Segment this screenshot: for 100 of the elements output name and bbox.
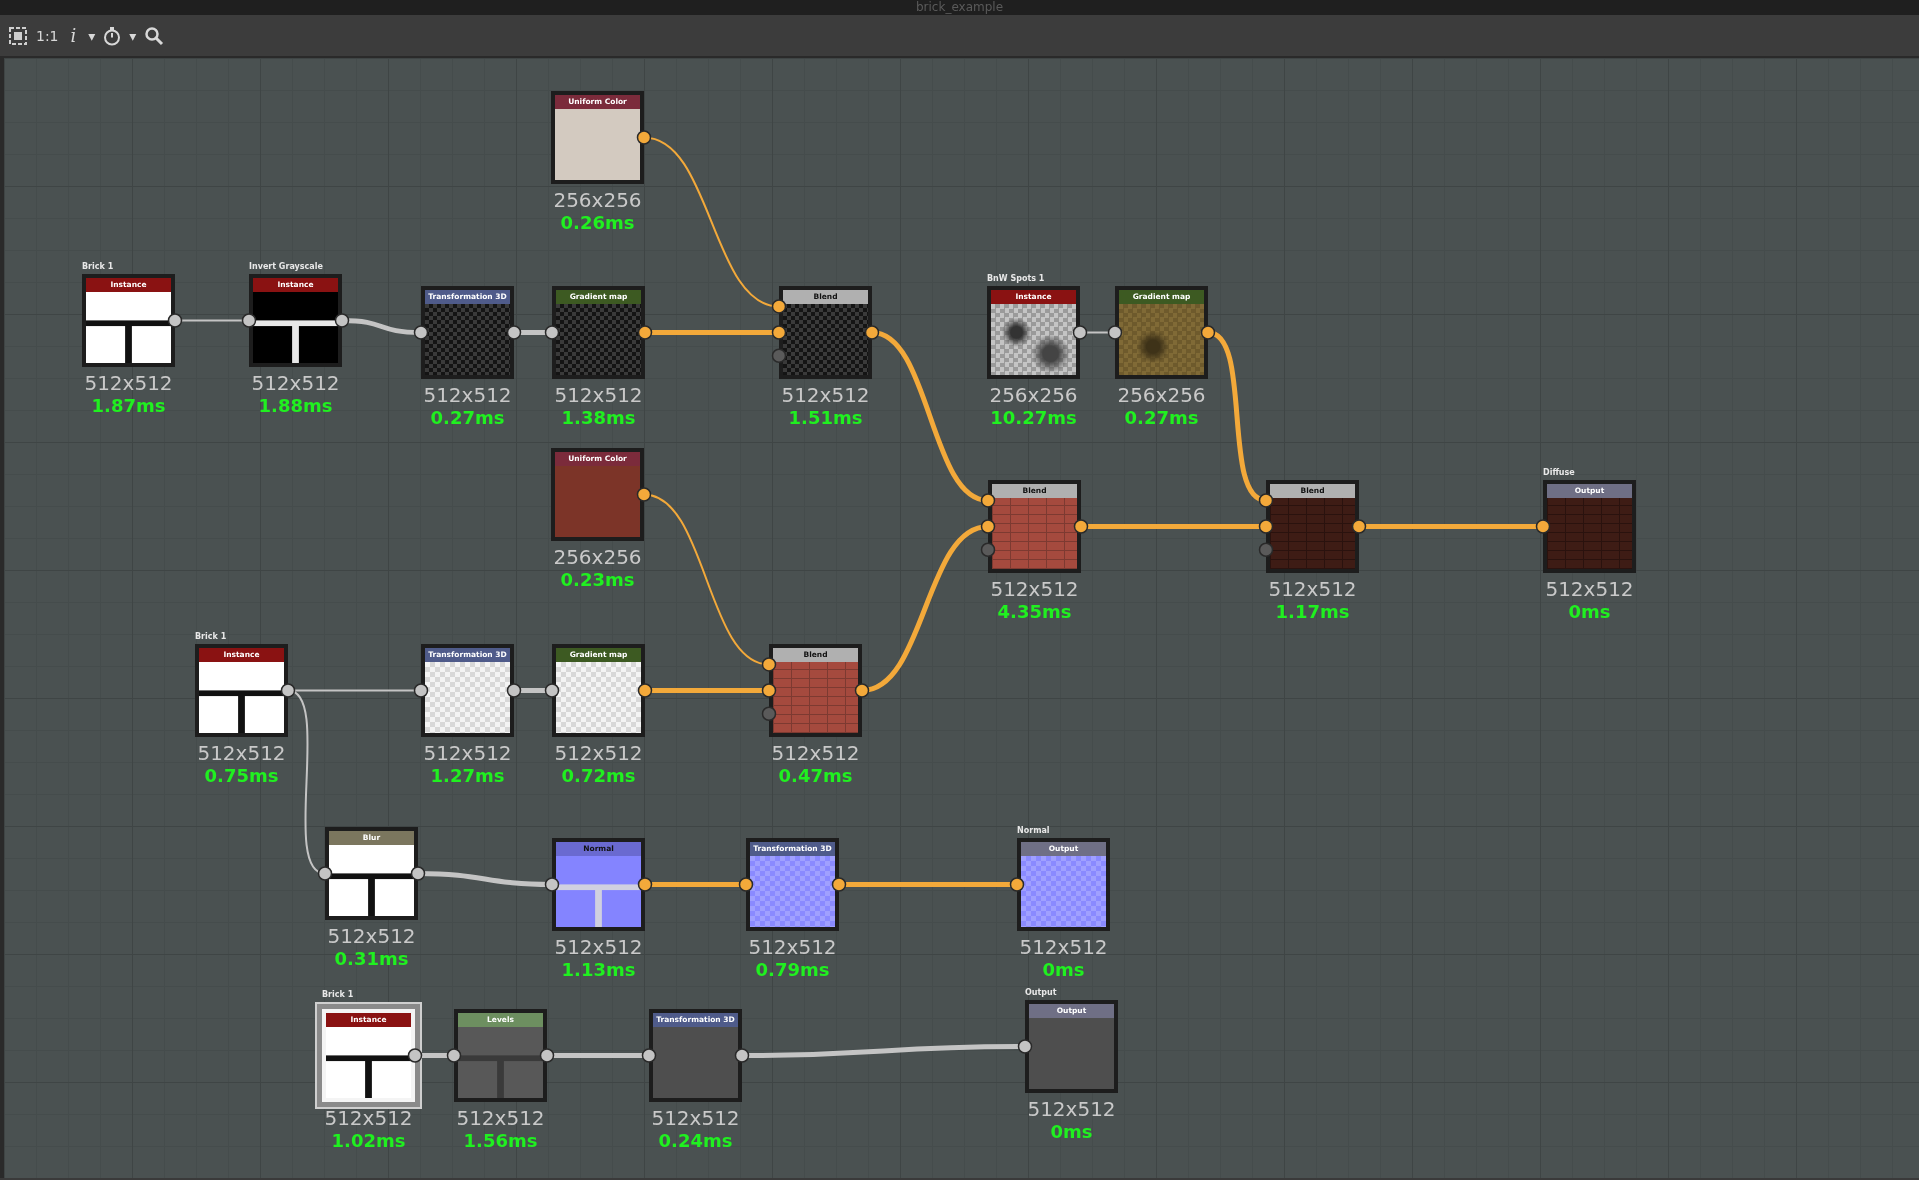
output-port[interactable] <box>407 1048 423 1063</box>
input-port[interactable] <box>771 325 787 340</box>
node-label: Normal <box>1017 825 1051 837</box>
input-port[interactable] <box>1017 1039 1033 1054</box>
resolution-label: 512x512 <box>1545 577 1634 601</box>
resolution-label: 512x512 <box>423 383 512 407</box>
resolution-label: 512x512 <box>781 383 870 407</box>
input-port[interactable] <box>1258 519 1274 534</box>
input-port[interactable] <box>544 683 560 698</box>
input-port[interactable] <box>544 877 560 892</box>
timing-label: 1.13ms <box>561 959 636 981</box>
dropdown-caret[interactable]: ▾ <box>84 25 100 46</box>
output-port[interactable] <box>334 313 350 328</box>
output-port[interactable] <box>410 866 426 881</box>
dropdown-caret[interactable]: ▾ <box>125 25 141 46</box>
input-port[interactable] <box>771 348 787 363</box>
input-port[interactable] <box>1009 877 1025 892</box>
resolution-label: 512x512 <box>1027 1097 1116 1121</box>
timing-label: 0.75ms <box>204 765 279 787</box>
resolution-label: 512x512 <box>554 383 643 407</box>
zoom-reset-button[interactable]: 1:1 <box>32 25 63 46</box>
input-port[interactable] <box>413 683 429 698</box>
input-port[interactable] <box>1107 325 1123 340</box>
timing-label: 0.31ms <box>334 948 409 970</box>
timing-label: 0.24ms <box>658 1130 733 1152</box>
timing-label: 4.35ms <box>997 601 1072 623</box>
output-port[interactable] <box>637 877 653 892</box>
output-port[interactable] <box>734 1048 750 1063</box>
input-port[interactable] <box>771 299 787 314</box>
node-label: Brick 1 <box>322 989 355 1001</box>
input-port[interactable] <box>317 866 333 881</box>
fit-view-icon[interactable] <box>8 25 28 46</box>
resolution-label: 512x512 <box>748 935 837 959</box>
input-port[interactable] <box>1258 493 1274 508</box>
input-port[interactable] <box>980 519 996 534</box>
timing-label: 0.79ms <box>755 959 830 981</box>
resolution-label: 256x256 <box>989 383 1078 407</box>
resolution-label: 512x512 <box>651 1106 740 1130</box>
timing-label: 0.23ms <box>560 569 635 591</box>
timing-label: 1.27ms <box>430 765 505 787</box>
output-port[interactable] <box>1073 519 1089 534</box>
resolution-label: 512x512 <box>1019 935 1108 959</box>
input-port[interactable] <box>544 325 560 340</box>
window-title: brick_example <box>0 0 1919 15</box>
output-port[interactable] <box>637 683 653 698</box>
resolution-label: 512x512 <box>554 741 643 765</box>
output-port[interactable] <box>506 683 522 698</box>
input-port[interactable] <box>738 877 754 892</box>
resolution-label: 512x512 <box>84 371 173 395</box>
timing-label: 0.72ms <box>561 765 636 787</box>
timing-label: 1.87ms <box>91 395 166 417</box>
info-button[interactable]: i <box>66 25 81 46</box>
resolution-label: 512x512 <box>771 741 860 765</box>
timing-label: 0.27ms <box>430 407 505 429</box>
input-port[interactable] <box>1258 542 1274 557</box>
output-port[interactable] <box>864 325 880 340</box>
output-port[interactable] <box>636 130 652 145</box>
output-port[interactable] <box>1200 325 1216 340</box>
output-port[interactable] <box>1072 325 1088 340</box>
node-label: Output <box>1025 987 1058 999</box>
timing-label: 1.02ms <box>331 1130 406 1152</box>
output-port[interactable] <box>506 325 522 340</box>
input-port[interactable] <box>413 325 429 340</box>
input-port[interactable] <box>761 683 777 698</box>
input-port[interactable] <box>1535 519 1551 534</box>
resolution-label: 512x512 <box>327 924 416 948</box>
node-label: Brick 1 <box>195 631 228 643</box>
input-port[interactable] <box>980 542 996 557</box>
stopwatch-icon[interactable] <box>103 25 122 46</box>
node-label: BnW Spots 1 <box>987 273 1046 285</box>
output-port[interactable] <box>854 683 870 698</box>
output-port[interactable] <box>637 325 653 340</box>
resolution-label: 512x512 <box>251 371 340 395</box>
timing-label: 1.38ms <box>561 407 636 429</box>
output-port[interactable] <box>167 313 183 328</box>
graph-canvas[interactable] <box>0 58 1919 1178</box>
output-port[interactable] <box>280 683 296 698</box>
output-port[interactable] <box>831 877 847 892</box>
output-port[interactable] <box>1351 519 1367 534</box>
node-label: Brick 1 <box>82 261 115 273</box>
timing-label: 0.47ms <box>778 765 853 787</box>
resolution-label: 512x512 <box>324 1106 413 1130</box>
timing-label: 1.51ms <box>788 407 863 429</box>
input-port[interactable] <box>761 657 777 672</box>
timing-label: 1.17ms <box>1275 601 1350 623</box>
input-port[interactable] <box>761 706 777 721</box>
search-icon[interactable] <box>144 25 165 46</box>
timing-label: 1.88ms <box>258 395 333 417</box>
output-port[interactable] <box>539 1048 555 1063</box>
input-port[interactable] <box>241 313 257 328</box>
output-port[interactable] <box>636 487 652 502</box>
node-label: Diffuse <box>1543 467 1576 479</box>
resolution-label: 256x256 <box>1117 383 1206 407</box>
input-port[interactable] <box>980 493 996 508</box>
resolution-label: 512x512 <box>423 741 512 765</box>
timing-label: 0.26ms <box>560 212 635 234</box>
resolution-label: 512x512 <box>456 1106 545 1130</box>
timing-label: 0ms <box>1042 959 1085 981</box>
input-port[interactable] <box>446 1048 462 1063</box>
input-port[interactable] <box>641 1048 657 1063</box>
